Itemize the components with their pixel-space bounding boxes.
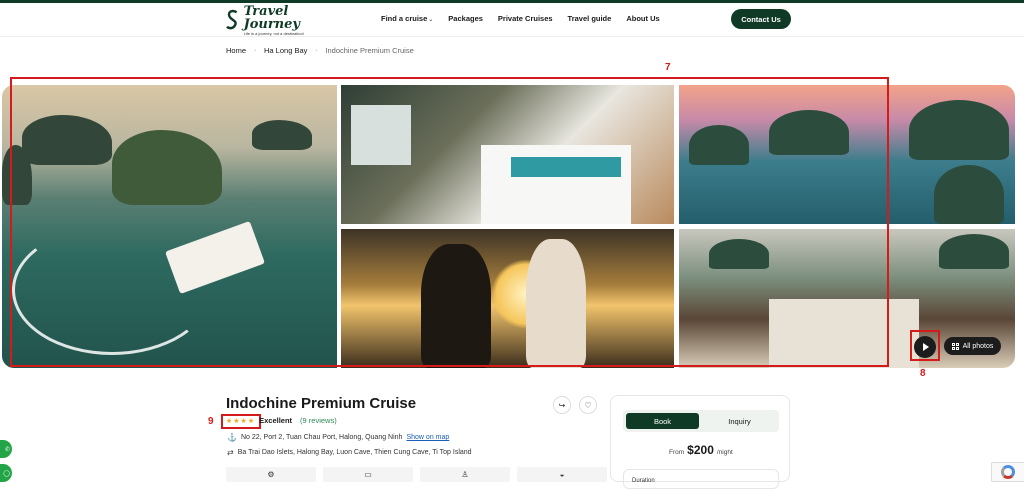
nav-packages[interactable]: Packages — [448, 14, 483, 23]
nav-find-a-cruise-label: Find a cruise — [381, 14, 428, 23]
recaptcha-icon — [1001, 465, 1015, 479]
site-header: Travel Journey Life is a journey, not a … — [0, 3, 1024, 37]
route-text: Ba Trai Dao Islets, Halong Bay, Luon Cav… — [237, 449, 472, 456]
nav-private-cruises[interactable]: Private Cruises — [498, 14, 553, 23]
grid-icon — [951, 342, 959, 350]
whatsapp-icon: ◯ — [3, 470, 10, 477]
brand-name: Travel Journey — [243, 3, 300, 32]
karst-island — [939, 234, 1009, 269]
feature-cabin: ▭ — [323, 467, 413, 482]
share-button[interactable]: ↪ — [553, 396, 571, 414]
route-line: ⇄ Ba Trai Dao Islets, Halong Bay, Luon C… — [227, 448, 472, 457]
breadcrumb-home[interactable]: Home — [226, 46, 246, 55]
address-text: No 22, Port 2, Tuan Chau Port, Halong, Q… — [240, 434, 403, 441]
phone-icon: ✆ — [4, 446, 10, 453]
heart-icon: ♡ — [584, 400, 592, 410]
route-icon: ⇄ — [227, 448, 234, 457]
show-on-map-link[interactable]: Show on map — [406, 434, 449, 441]
nav-find-a-cruise[interactable]: Find a cruise⌄ — [381, 14, 433, 23]
breadcrumb: Home › Ha Long Bay › Indochine Premium C… — [226, 46, 414, 55]
recaptcha-badge[interactable] — [991, 462, 1024, 482]
bed-icon: ▭ — [364, 470, 372, 479]
all-photos-label: All photos — [962, 342, 994, 350]
logo-text: Travel Journey Life is a journey, not a … — [244, 5, 346, 36]
annotation-box-gallery — [10, 77, 889, 367]
logo-s-icon — [226, 9, 238, 30]
annotation-label-rating: 9 — [208, 416, 214, 427]
dining-icon: ◒ — [559, 470, 565, 479]
gear-icon: ⚙ — [267, 470, 275, 479]
breadcrumb-current: Indochine Premium Cruise — [325, 46, 414, 55]
karst-island — [934, 165, 1004, 224]
listing-title: Indochine Premium Cruise — [226, 395, 417, 412]
feature-settings: ⚙ — [226, 467, 316, 482]
contact-us-button[interactable]: Contact Us — [731, 9, 791, 29]
rating-label: Excellent — [259, 416, 293, 425]
booking-tabs: Book Inquiry — [623, 410, 779, 432]
main-nav: Find a cruise⌄ Packages Private Cruises … — [381, 14, 660, 23]
price-display: From $200 /night — [669, 443, 733, 457]
duration-label: Duration — [632, 478, 655, 484]
price-amount: $200 — [687, 443, 714, 457]
chevron-down-icon: ⌄ — [428, 17, 434, 23]
reviews-link[interactable]: (9 reviews) — [300, 416, 337, 425]
favorite-button[interactable]: ♡ — [579, 396, 597, 414]
breadcrumb-ha-long-bay[interactable]: Ha Long Bay — [264, 46, 307, 55]
nav-about-us[interactable]: About Us — [626, 14, 659, 23]
breadcrumb-separator-icon: › — [254, 47, 257, 54]
breadcrumb-separator-icon: › — [315, 47, 318, 54]
annotation-box-play — [910, 330, 940, 361]
brand-tagline: Life is a journey, not a destination! — [243, 30, 304, 36]
feature-ship: ♙ — [420, 467, 510, 482]
annotation-label-gallery: 7 — [665, 62, 671, 73]
feature-dining: ◒ — [517, 467, 607, 482]
price-prefix: From — [669, 449, 685, 456]
nav-travel-guide[interactable]: Travel guide — [568, 14, 612, 23]
rating-row: ★★★★ Excellent (9 reviews) — [226, 416, 337, 425]
price-suffix: /night — [716, 449, 733, 456]
whatsapp-button[interactable]: ◯ — [0, 464, 12, 482]
star-rating-icon: ★★★★ — [226, 417, 256, 425]
tab-inquiry[interactable]: Inquiry — [703, 413, 776, 429]
share-icon: ↪ — [558, 400, 566, 410]
ship-icon: ♙ — [461, 470, 469, 479]
tab-book[interactable]: Book — [626, 413, 699, 429]
all-photos-button[interactable]: All photos — [944, 337, 1001, 355]
annotation-label-play: 8 — [920, 368, 926, 379]
brand-logo[interactable]: Travel Journey Life is a journey, not a … — [226, 5, 346, 36]
karst-island — [909, 100, 1009, 160]
feature-row: ⚙ ▭ ♙ ◒ — [226, 467, 607, 482]
anchor-icon: ⚓ — [227, 433, 237, 442]
phone-contact-button[interactable]: ✆ — [0, 440, 12, 458]
duration-field[interactable]: Duration — [623, 469, 779, 489]
booking-panel: Book Inquiry From $200 /night Duration — [610, 395, 790, 489]
address-line: ⚓ No 22, Port 2, Tuan Chau Port, Halong,… — [227, 433, 449, 442]
